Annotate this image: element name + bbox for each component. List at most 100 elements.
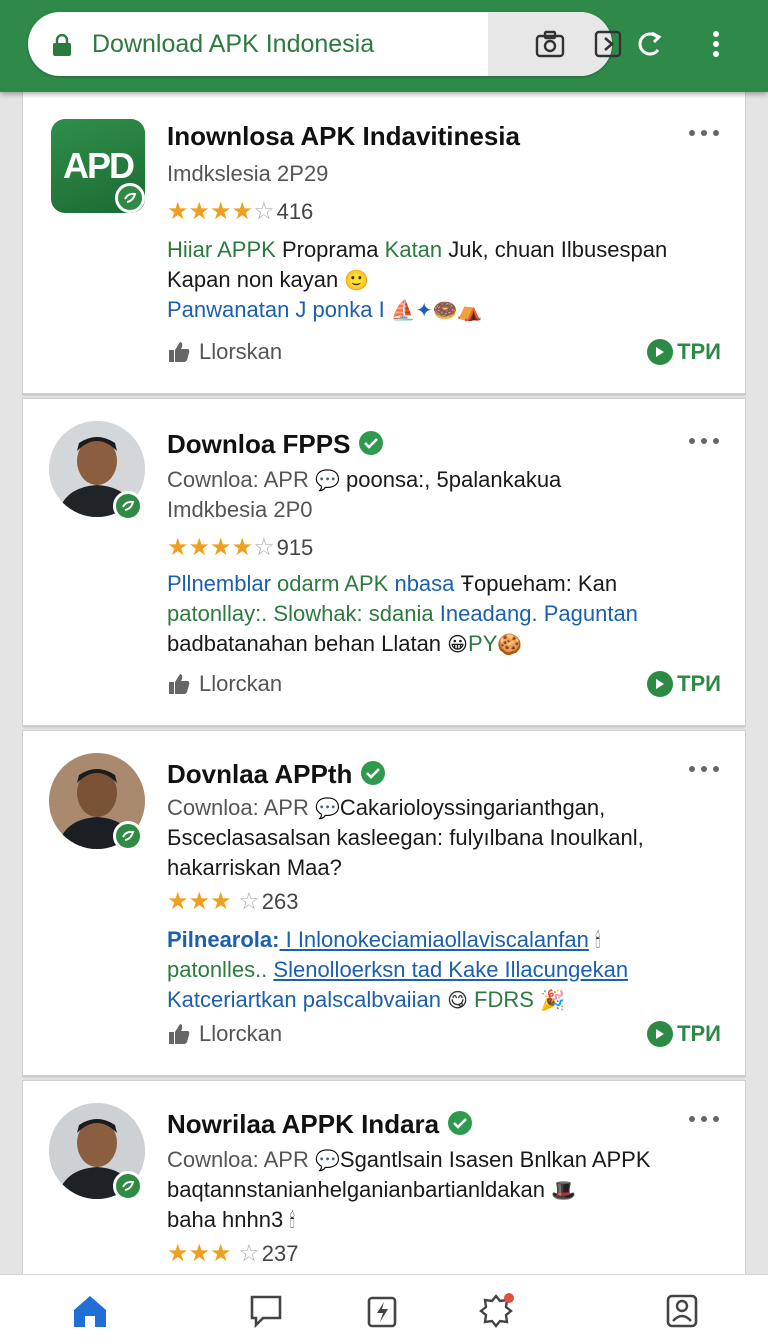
desc-link[interactable]: Panwanatan J ponka I: [167, 297, 385, 322]
post-title[interactable]: Nowrilaa APPK Indara: [167, 1109, 473, 1140]
desc-link[interactable]: FDRS: [474, 987, 534, 1012]
like-button[interactable]: Llorckan: [167, 1021, 282, 1047]
post-card[interactable]: Dovnlaa APPth Cownloa: APR 💬Cakarioloyss…: [22, 730, 746, 1076]
desc-link[interactable]: Pilnearola:: [167, 927, 279, 952]
chat-bubble-icon: 💬: [314, 1148, 340, 1172]
feed[interactable]: APD Inownlosa APK Indavitinesia Imdksles…: [22, 92, 746, 1274]
subtitle-text: Cakarioloyssingarianthgan,: [339, 795, 606, 820]
post-description: Pilnearola: I Inlonokeciamiaollaviscalan…: [167, 927, 601, 953]
install-button[interactable]: TPИ: [647, 671, 721, 697]
post-description-line2: Kapan non kayan 🙂: [167, 267, 369, 293]
smile-emoji-icon: 😋: [447, 988, 468, 1012]
rating: ★★★ ☆263: [167, 887, 298, 916]
rating-count: 915: [276, 535, 314, 560]
desc-text: Ŧopueham: Kan: [460, 571, 618, 596]
verified-icon: [361, 761, 386, 785]
desc-link[interactable]: Katan: [385, 237, 443, 262]
bottom-navigation: [0, 1274, 768, 1344]
subtitle-text: Cownloa: APR: [167, 467, 309, 492]
subtitle-text: baqtannstanianhelganianbartianldakan: [167, 1177, 545, 1202]
post-subtitle: Cownloa: APR 💬 poonsa:, 5palankakua: [167, 467, 561, 493]
browser-toolbar: Download APK Indonesia: [0, 0, 768, 92]
desc-link[interactable]: Pllnemblar: [167, 571, 271, 596]
desc-link[interactable]: Katceriartkan palscalbvaiian: [167, 987, 441, 1012]
install-button[interactable]: TPИ: [647, 339, 721, 365]
thumbs-up-icon: [169, 674, 190, 694]
like-button[interactable]: Llorckan: [167, 671, 282, 697]
post-description-line2: patonllay:. Slowhak: sdania Ineadang. Pa…: [167, 601, 638, 627]
post-card[interactable]: APD Inownlosa APK Indavitinesia Imdksles…: [22, 92, 746, 394]
chat-bubble-icon: 💬: [314, 468, 340, 492]
address-bar[interactable]: Download APK Indonesia: [28, 12, 622, 76]
post-subtitle: Cownloa: APR 💬Sgantlsain Isasen Bnlkan A…: [167, 1147, 651, 1173]
more-options-icon[interactable]: [689, 435, 719, 447]
install-label: TPИ: [677, 339, 721, 364]
post-title-text[interactable]: Nowrilaa APPK Indara: [167, 1109, 439, 1139]
post-subtitle-line3: baha hnhn3 🕯: [167, 1207, 295, 1233]
subtitle-text: poonsa:, 5palankakua: [339, 467, 562, 492]
play-icon: [647, 671, 674, 697]
post-description: Pllnemblar odarm APK nbasa Ŧopueham: Kan: [167, 571, 617, 597]
notifications-icon[interactable]: [476, 1291, 516, 1331]
desc-link[interactable]: Hiiar APPK: [167, 237, 276, 262]
desc-text: Kapan non kayan: [167, 267, 339, 292]
desc-link[interactable]: odarm APK: [271, 571, 395, 596]
more-options-icon[interactable]: [689, 127, 719, 139]
thumbs-up-icon: [169, 1024, 190, 1044]
post-title[interactable]: Dovnlaa APPth: [167, 759, 386, 790]
desc-link[interactable]: PY: [468, 631, 497, 656]
like-button[interactable]: Llorskan: [167, 339, 282, 365]
rating-count: 237: [261, 1241, 299, 1266]
thumbs-up-icon: [169, 342, 190, 362]
post-description-line3: Katceriartkan palscalbvaiian 😋 FDRS 🎉: [167, 987, 565, 1013]
home-icon[interactable]: [70, 1291, 110, 1331]
post-card[interactable]: Downloa FPPS Cownloa: APR 💬 poonsa:, 5pa…: [22, 398, 746, 726]
stars-icon: ★★★★☆: [167, 198, 275, 225]
refresh-icon[interactable]: [632, 26, 668, 62]
app-logo-text: APD: [62, 145, 135, 186]
install-button[interactable]: TPИ: [647, 1021, 721, 1047]
notification-dot: [504, 1293, 514, 1303]
post-link-line[interactable]: Panwanatan J ponka I ⛵✦🍩⛺: [167, 297, 482, 323]
post-title[interactable]: Inownlosa APK Indavitinesia: [167, 121, 520, 152]
post-title-text[interactable]: Dovnlaa APPth: [167, 759, 352, 789]
camera-icon[interactable]: [534, 28, 566, 60]
download-icon[interactable]: [362, 1291, 402, 1331]
post-title[interactable]: Downloa FPPS: [167, 429, 384, 460]
sticker-icon: 🕯: [289, 1208, 296, 1232]
rating: ★★★★☆416: [167, 197, 313, 226]
url-text[interactable]: Download APK Indonesia: [92, 30, 374, 59]
post-title-text[interactable]: Downloa FPPS: [167, 429, 350, 459]
desc-link[interactable]: patonllay:. Slowhak: sdania: [167, 601, 440, 626]
desc-text: badbatanahan behan Llatan: [167, 631, 442, 656]
post-card[interactable]: Nowrilaa APPK Indara Cownloa: APR 💬Sgant…: [22, 1080, 746, 1274]
subtitle-text: baha hnhn3: [167, 1207, 284, 1232]
desc-link[interactable]: I Inlonokeciamiaollaviscalanfan: [279, 927, 589, 952]
cookie-emoji-icon: 🍪: [497, 632, 523, 656]
post-description: Hiiar APPK Proprama Katan Juk, chuan Ilb…: [167, 237, 667, 263]
stars-icon: ★★★ ☆: [167, 888, 260, 915]
party-hat-icon: 🎉: [540, 988, 565, 1012]
post-subtitle-line3: hakarriskan Maa?: [167, 855, 342, 880]
desc-text: Juk, chuan Ilbusespan: [442, 237, 668, 262]
profile-icon[interactable]: [662, 1291, 702, 1331]
sticker-icon: 🕯: [595, 928, 601, 952]
subtitle-text: Sgantlsain Isasen Bnlkan APPK: [339, 1147, 651, 1172]
rating-count: 263: [261, 889, 299, 914]
post-subtitle: Imdkslesia 2P29: [167, 161, 329, 186]
post-subtitle: Cownloa: APR 💬Cakarioloyssingarianthgan,: [167, 795, 605, 821]
subtitle-text: Cownloa: APR: [167, 795, 309, 820]
desc-link[interactable]: Slenolloerksn tad Kake Illacungekan: [273, 957, 628, 982]
chat-bubble-icon: 💬: [314, 796, 340, 820]
desc-link[interactable]: patonlles..: [167, 957, 273, 982]
install-label: TPИ: [677, 1021, 721, 1046]
share-icon[interactable]: [592, 28, 624, 60]
more-vert-icon[interactable]: [698, 26, 734, 62]
install-label: TPИ: [677, 671, 721, 696]
desc-link[interactable]: nbasa: [394, 571, 460, 596]
more-options-icon[interactable]: [689, 763, 719, 775]
verified-badge-icon: [113, 491, 143, 521]
more-options-icon[interactable]: [689, 1113, 719, 1125]
desc-link[interactable]: Ineadang. Paguntan: [440, 601, 638, 626]
chat-icon[interactable]: [246, 1291, 286, 1331]
